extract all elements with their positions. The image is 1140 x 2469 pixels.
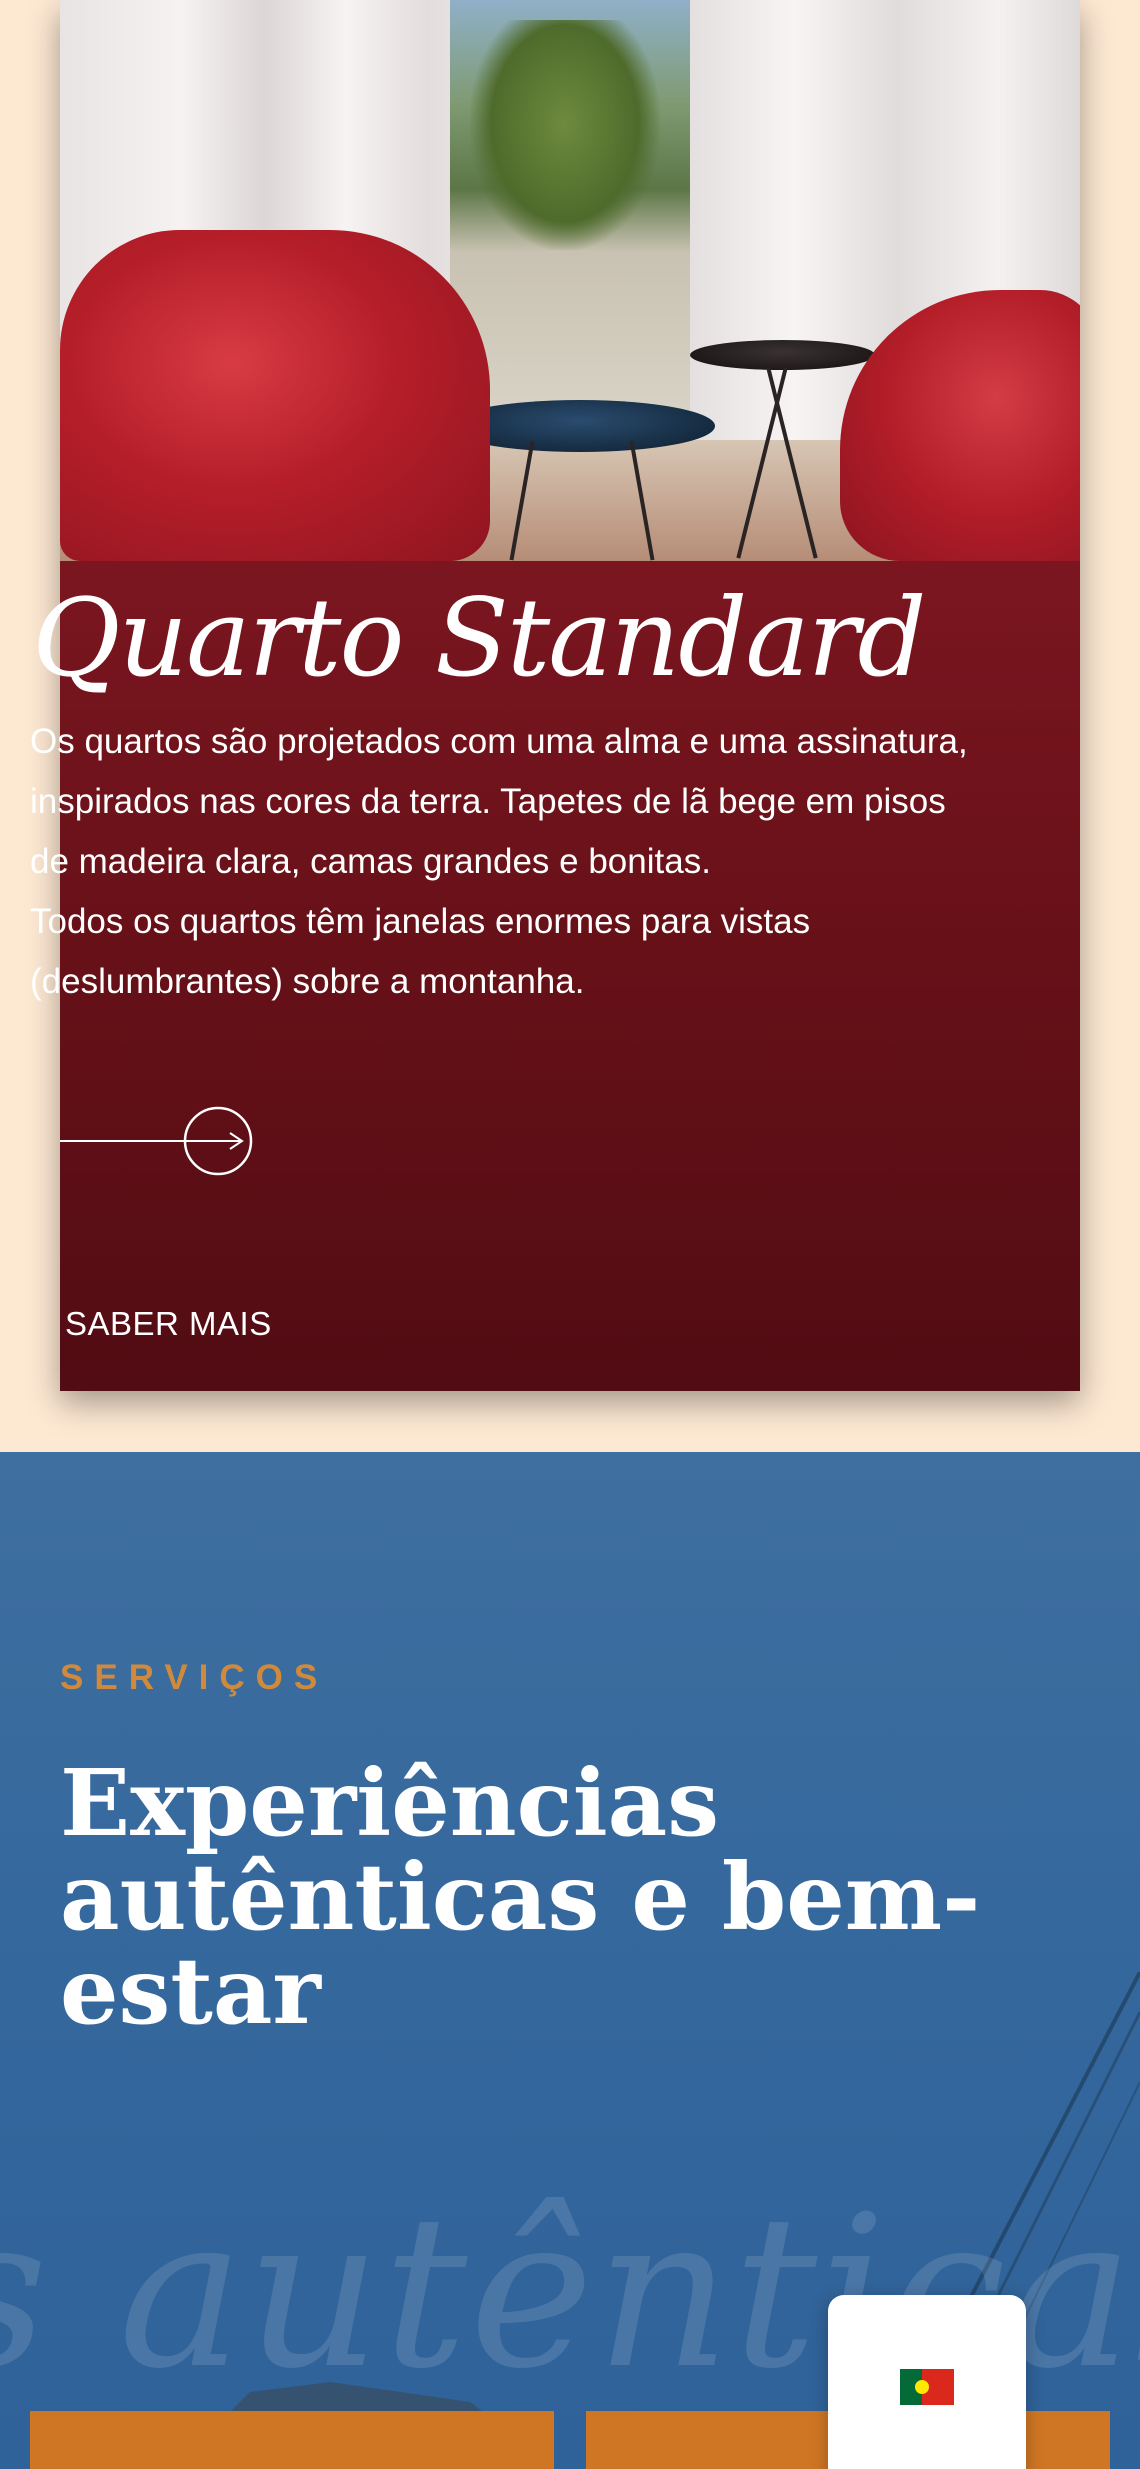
language-selector[interactable] <box>828 2295 1026 2469</box>
arrow-right-circle-icon[interactable] <box>60 1105 260 1177</box>
red-armchair-left <box>60 230 490 561</box>
service-card[interactable] <box>30 2411 554 2469</box>
saber-mais-button[interactable]: SABER MAIS <box>65 1305 272 1343</box>
portugal-flag-icon[interactable] <box>900 2369 954 2405</box>
tree <box>470 20 660 250</box>
room-photo <box>60 0 1080 561</box>
side-table <box>690 340 875 370</box>
services-eyebrow: SERVIÇOS <box>60 1658 329 1697</box>
room-description-p2: Todos os quartos têm janelas enormes par… <box>30 902 811 1001</box>
services-heading: Experiências autênticas e bem-estar <box>60 1749 981 2045</box>
room-description-p1: Os quartos são projetados com uma alma e… <box>30 722 968 881</box>
red-armchair-right <box>840 290 1080 561</box>
room-title: Quarto Standard <box>32 576 926 701</box>
room-description: Os quartos são projetados com uma alma e… <box>30 712 990 1012</box>
